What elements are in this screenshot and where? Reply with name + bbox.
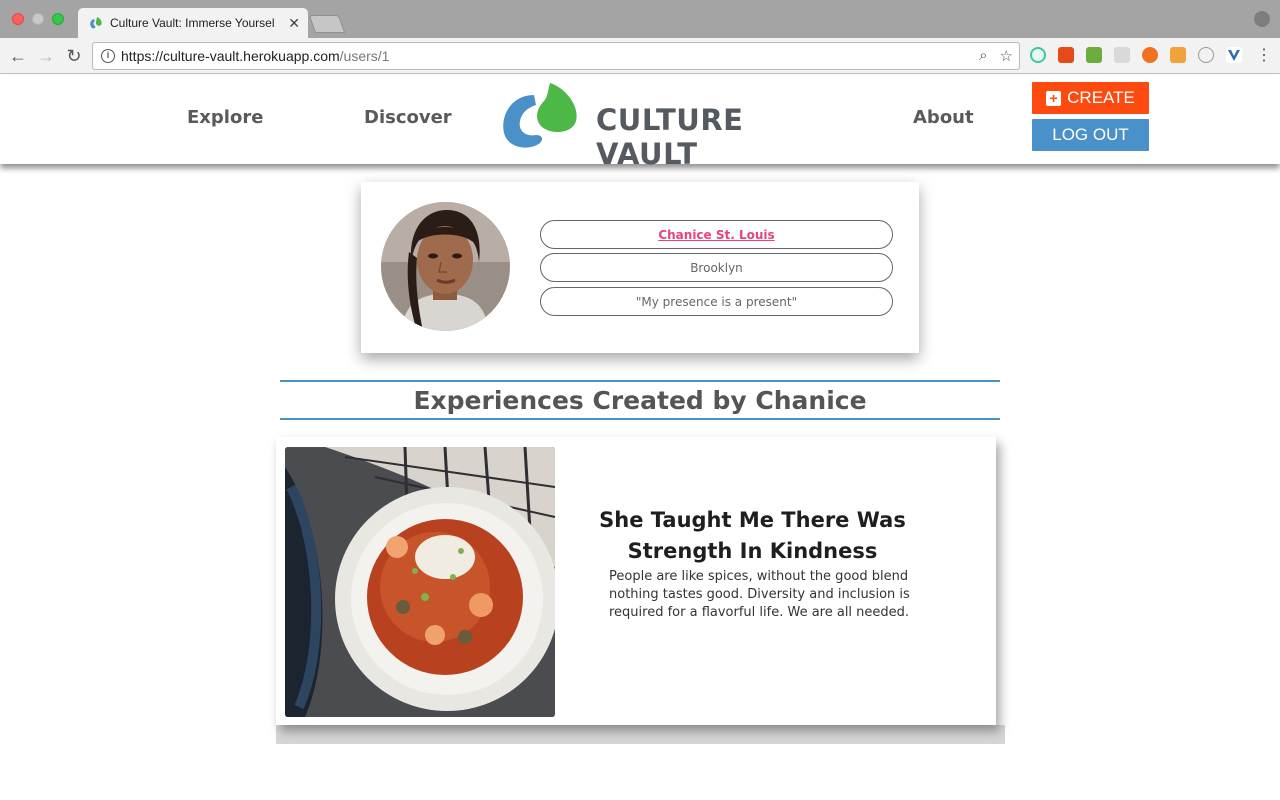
url-path: /users/1	[339, 48, 390, 64]
create-button[interactable]: + CREATE	[1032, 82, 1149, 114]
logout-button[interactable]: LOG OUT	[1032, 119, 1149, 151]
extension-office-icon[interactable]	[1058, 47, 1074, 63]
logout-button-label: LOG OUT	[1052, 125, 1129, 144]
site-info-icon[interactable]: i	[101, 49, 115, 63]
site-header: Explore Discover CULTURE VAULT About + C…	[0, 75, 1280, 171]
extension-r-icon[interactable]	[1170, 47, 1186, 63]
extension-grid-icon[interactable]	[1114, 47, 1130, 63]
extension-circle-icon[interactable]	[1198, 47, 1214, 63]
logo-text: CULTURE VAULT	[596, 103, 744, 171]
tab-title: Culture Vault: Immerse Yoursel	[110, 16, 275, 30]
browser-menu-icon[interactable]: ⋮	[1252, 44, 1276, 68]
profile-name-link[interactable]: Chanice St. Louis	[540, 220, 893, 249]
profile-quote: "My presence is a present"	[540, 287, 893, 316]
plus-icon: +	[1046, 90, 1062, 106]
nav-discover-link[interactable]: Discover	[364, 107, 452, 128]
forward-arrow-icon[interactable]: →	[34, 44, 58, 68]
nav-explore-link[interactable]: Explore	[187, 107, 263, 128]
browser-toolbar: ← → ↻ i https://culture-vault.herokuapp.…	[0, 38, 1280, 74]
new-tab-button[interactable]	[308, 15, 346, 33]
culture-vault-logo[interactable]: CULTURE VAULT	[500, 81, 845, 171]
experience-card[interactable]: She Taught Me There Was Strength In Kind…	[276, 437, 996, 725]
profile-location: Brooklyn	[540, 253, 893, 282]
window-minimize-button[interactable]	[32, 13, 44, 25]
culture-vault-favicon	[90, 17, 102, 29]
extension-lifesaver-icon[interactable]	[1142, 47, 1158, 63]
browser-profile-icon[interactable]	[1254, 11, 1270, 27]
zoom-icon[interactable]: ⌕	[979, 47, 987, 65]
experience-image[interactable]	[285, 447, 555, 717]
experiences-heading: Experiences Created by Chanice	[280, 380, 1000, 420]
reload-icon[interactable]: ↻	[62, 44, 86, 68]
tab-close-icon[interactable]: ✕	[288, 15, 300, 32]
experience-title[interactable]: She Taught Me There Was Strength In Kind…	[596, 505, 909, 567]
logo-mark-icon	[503, 83, 577, 148]
browser-titlebar: Culture Vault: Immerse Yoursel ✕	[0, 0, 1280, 38]
window-zoom-button[interactable]	[52, 13, 64, 25]
bookmark-star-icon[interactable]: ☆	[1000, 47, 1013, 65]
url-host: https://culture-vault.herokuapp.com	[121, 48, 340, 64]
extension-print-icon[interactable]	[1086, 47, 1102, 63]
profile-card: Chanice St. Louis Brooklyn "My presence …	[361, 182, 919, 353]
window-close-button[interactable]	[12, 13, 24, 25]
browser-tab[interactable]: Culture Vault: Immerse Yoursel ✕	[78, 8, 308, 38]
avatar	[381, 202, 510, 331]
nav-about-link[interactable]: About	[913, 107, 974, 128]
card-shadow-strip	[276, 725, 1005, 744]
extension-radar-icon[interactable]	[1030, 47, 1046, 63]
url-text: https://culture-vault.herokuapp.com/user…	[121, 48, 389, 64]
create-button-label: CREATE	[1067, 88, 1135, 107]
experience-description: People are like spices, without the good…	[609, 569, 910, 620]
address-bar[interactable]: i https://culture-vault.herokuapp.com/us…	[92, 42, 1020, 70]
back-arrow-icon[interactable]: ←	[6, 44, 30, 68]
extension-v-icon[interactable]	[1226, 47, 1242, 63]
